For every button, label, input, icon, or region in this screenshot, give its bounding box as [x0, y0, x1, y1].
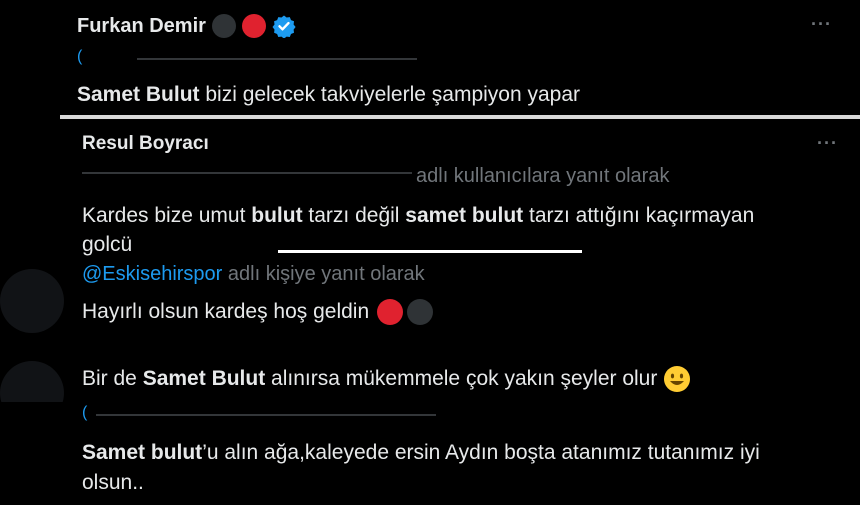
text-segment: Hayırlı olsun kardeş hoş geldin	[82, 300, 370, 323]
avatar[interactable]	[0, 269, 64, 333]
reply-to-line-redacted: (	[77, 48, 427, 66]
tweet-2: Resul Boyracı ··· adlı kullanıcılara yan…	[60, 119, 860, 259]
redaction-mark	[137, 58, 417, 60]
tweet-1: Furkan Demir ··· ( Samet Bulut bizi gele…	[0, 0, 860, 115]
tweet-3: @Eskisehirspor adlı kişiye yanıt olarak …	[0, 259, 860, 349]
verified-badge-icon	[272, 14, 296, 39]
divider-left-gap	[0, 115, 60, 119]
tweet-5-text: Samet bulut’u alın ağa,kaleyede ersin Ay…	[82, 438, 852, 498]
reply-handle-link[interactable]: @Eskisehirspor	[82, 263, 222, 285]
more-options-icon[interactable]: ···	[811, 14, 832, 35]
reply-link-fragment: (	[77, 48, 83, 65]
text-segment: olsun..	[82, 471, 144, 494]
author-name[interactable]: Resul Boyracı	[82, 133, 209, 155]
tweet-4-text: Bir de Samet Bulut alınırsa mükemmele ço…	[82, 365, 691, 393]
bold-segment: samet bulut	[405, 204, 524, 227]
text-segment: alınırsa mükemmele çok yakın şeyler olur	[265, 367, 658, 390]
text-segment: golcü	[82, 233, 133, 256]
dark-circle-emoji	[407, 299, 434, 325]
more-options-icon[interactable]: ···	[817, 133, 838, 154]
tweet-1-text: Samet Bulut bizi gelecek takviyelerle şa…	[77, 83, 580, 107]
bold-segment: Samet Bulut	[142, 367, 266, 390]
smile-emoji-icon	[663, 365, 691, 393]
text-segment: tarzı değil	[302, 204, 406, 227]
tweet-4: Bir de Samet Bulut alınırsa mükemmele ço…	[0, 349, 860, 425]
tweet-text-rest: bizi gelecek takviyelerle şampiyon yapar	[199, 83, 581, 106]
reply-to-line-redacted: (	[82, 404, 442, 422]
reply-context: @Eskisehirspor adlı kişiye yanıt olarak	[82, 263, 425, 286]
bold-mention: Samet Bulut	[77, 83, 200, 106]
red-circle-emoji	[241, 14, 266, 38]
tweet-1-header: Furkan Demir	[77, 13, 296, 39]
bold-segment: bulut	[251, 204, 303, 227]
white-line	[278, 250, 582, 253]
reply-link-fragment: (	[82, 404, 88, 421]
text-segment: Bir de	[82, 367, 143, 390]
reply-context: adlı kullanıcılara yanıt olarak	[416, 165, 670, 187]
redaction-mark	[82, 172, 412, 174]
red-circle-emoji	[377, 299, 404, 325]
reply-suffix: adlı kişiye yanıt olarak	[227, 263, 425, 285]
redaction-mark	[96, 414, 436, 416]
author-name[interactable]: Furkan Demir	[77, 15, 206, 38]
tweet-3-text: Hayırlı olsun kardeş hoş geldin	[82, 299, 434, 325]
text-segment: ’u alın ağa,kaleyede ersin Aydın boşta a…	[202, 441, 760, 464]
text-segment: Kardes bize umut	[82, 204, 252, 227]
dark-circle-emoji	[211, 14, 236, 38]
tweet-5: ( Samet bulut’u alın ağa,kaleyede ersin …	[0, 402, 860, 505]
text-segment: tarzı attığını kaçırmayan	[523, 204, 755, 227]
bold-segment: Samet bulut	[82, 441, 203, 464]
